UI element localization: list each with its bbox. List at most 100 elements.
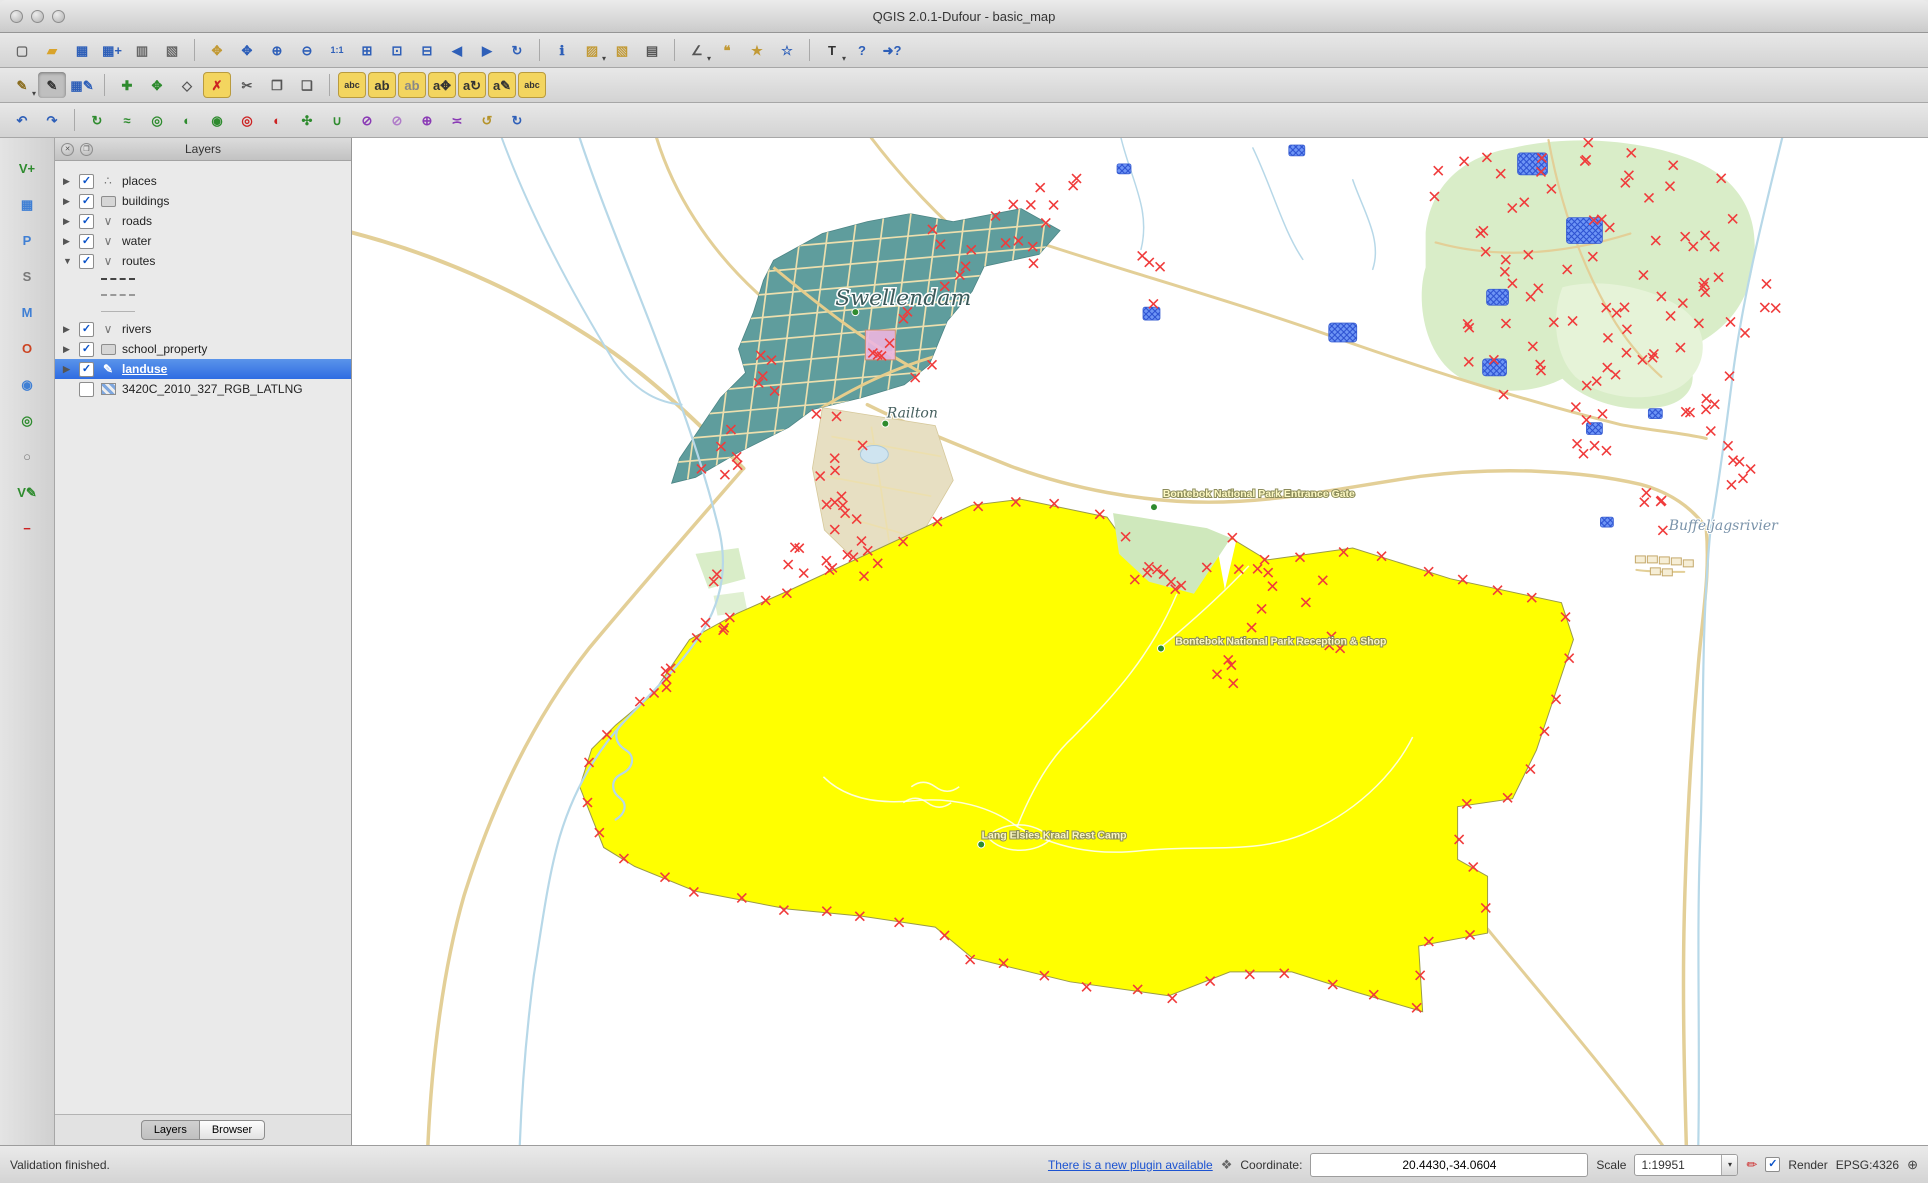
fill-ring-button[interactable]: ◉ bbox=[203, 107, 231, 133]
text-annotation-dropdown-arrow[interactable]: ▾ bbox=[842, 54, 846, 63]
zoom-full-button[interactable]: ⊞ bbox=[353, 37, 381, 63]
zoom-last-button[interactable]: ◀ bbox=[443, 37, 471, 63]
label-rotate-button[interactable]: a↻ bbox=[458, 72, 486, 98]
layer-item-landuse[interactable]: ▶✓✎landuse bbox=[55, 359, 351, 379]
layer-item-water[interactable]: ▶✓∨water bbox=[55, 231, 351, 251]
label-pin-unpin-button[interactable]: ab bbox=[368, 72, 396, 98]
layer-visibility-checkbox[interactable]: ✓ bbox=[79, 342, 94, 357]
layer-item-places[interactable]: ▶✓∴places bbox=[55, 171, 351, 191]
layer-visibility-checkbox[interactable]: ✓ bbox=[79, 362, 94, 377]
open-attribute-table-button[interactable]: ▤ bbox=[638, 37, 666, 63]
new-shapefile-layer-button[interactable]: V✎ bbox=[12, 478, 42, 506]
add-spatialite-layer-button[interactable]: S bbox=[12, 262, 42, 290]
add-ring-button[interactable]: ◎ bbox=[143, 107, 171, 133]
measure-button[interactable]: ∠▾ bbox=[683, 37, 711, 63]
map-tips-button[interactable]: ❝ bbox=[713, 37, 741, 63]
layer-item-rivers[interactable]: ▶✓∨rivers bbox=[55, 319, 351, 339]
zoom-in-button[interactable]: ⊕ bbox=[263, 37, 291, 63]
zoom-native-button[interactable]: 1:1 bbox=[323, 37, 351, 63]
merge-features-button[interactable]: ⊕ bbox=[413, 107, 441, 133]
label-toolbar-options-button[interactable]: abc bbox=[518, 72, 546, 98]
label-move-button[interactable]: a✥ bbox=[428, 72, 456, 98]
offset-curve-button[interactable]: ∪ bbox=[323, 107, 351, 133]
redo-button[interactable]: ↷ bbox=[38, 107, 66, 133]
add-wfs-layer-button[interactable]: ○ bbox=[12, 442, 42, 470]
tab-browser[interactable]: Browser bbox=[200, 1120, 265, 1140]
add-feature-button[interactable]: ✚ bbox=[113, 72, 141, 98]
split-parts-button[interactable]: ⊘ bbox=[383, 107, 411, 133]
merge-attributes-button[interactable]: ≍ bbox=[443, 107, 471, 133]
copy-features-button[interactable]: ❐ bbox=[263, 72, 291, 98]
expand-arrow-icon[interactable]: ▶ bbox=[63, 324, 73, 335]
pan-map-button[interactable]: ✥ bbox=[203, 37, 231, 63]
rotate-feature-button[interactable]: ↻ bbox=[83, 107, 111, 133]
pan-to-selection-button[interactable]: ✥ bbox=[233, 37, 261, 63]
expand-arrow-icon[interactable]: ▶ bbox=[63, 216, 73, 227]
render-checkbox[interactable]: ✓ bbox=[1765, 1157, 1780, 1172]
show-bookmarks-button[interactable]: ☆ bbox=[773, 37, 801, 63]
add-vector-layer-button[interactable]: V+ bbox=[12, 154, 42, 182]
delete-ring-button[interactable]: ◎ bbox=[233, 107, 261, 133]
cut-features-button[interactable]: ✂ bbox=[233, 72, 261, 98]
float-panel-button[interactable]: ❐ bbox=[80, 143, 93, 156]
composer-manager-button[interactable]: ▧ bbox=[158, 37, 186, 63]
zoom-button[interactable] bbox=[52, 10, 65, 23]
layer-visibility-checkbox[interactable]: ✓ bbox=[79, 322, 94, 337]
tab-layers[interactable]: Layers bbox=[141, 1120, 200, 1140]
layer-visibility-checkbox[interactable]: ✓ bbox=[79, 174, 94, 189]
remove-layer-button[interactable]: − bbox=[12, 514, 42, 542]
add-wms-layer-button[interactable]: ◉ bbox=[12, 370, 42, 398]
map-svg[interactable]: Swellendam Railton Bontebok National Par… bbox=[352, 138, 1928, 1145]
stop-map-drawing-icon[interactable]: ✏ bbox=[1746, 1157, 1757, 1173]
expand-arrow-icon[interactable]: ▶ bbox=[63, 176, 73, 187]
layer-item-roads[interactable]: ▶✓∨roads bbox=[55, 211, 351, 231]
select-features-dropdown-arrow[interactable]: ▾ bbox=[602, 54, 606, 63]
add-mssql-layer-button[interactable]: M bbox=[12, 298, 42, 326]
layer-item-buildings[interactable]: ▶✓buildings bbox=[55, 191, 351, 211]
label-show-hide-button[interactable]: ab bbox=[398, 72, 426, 98]
scale-dropdown-arrow[interactable]: ▾ bbox=[1721, 1155, 1737, 1175]
rotate-point-symbols-button[interactable]: ↺ bbox=[473, 107, 501, 133]
node-tool-button[interactable]: ◇ bbox=[173, 72, 201, 98]
deselect-features-button[interactable]: ▧ bbox=[608, 37, 636, 63]
layer-item-school_property[interactable]: ▶✓school_property bbox=[55, 339, 351, 359]
expand-arrow-icon[interactable]: ▶ bbox=[63, 236, 73, 247]
layer-item-routes[interactable]: ▼✓∨routes bbox=[55, 251, 351, 271]
undo-button[interactable]: ↶ bbox=[8, 107, 36, 133]
new-bookmark-button[interactable]: ★ bbox=[743, 37, 771, 63]
new-print-composer-button[interactable]: ▥ bbox=[128, 37, 156, 63]
coordinate-input[interactable] bbox=[1310, 1153, 1588, 1177]
add-part-button[interactable]: ◐ bbox=[173, 107, 201, 133]
layer-visibility-checkbox[interactable]: ✓ bbox=[79, 234, 94, 249]
expand-arrow-icon[interactable]: ▶ bbox=[63, 196, 73, 207]
layer-item-3420C_2010_327_RGB_LATLNG[interactable]: 3420C_2010_327_RGB_LATLNG bbox=[55, 379, 351, 399]
zoom-to-selection-button[interactable]: ⊡ bbox=[383, 37, 411, 63]
project-save-button[interactable]: ▦ bbox=[68, 37, 96, 63]
collapse-arrow-icon[interactable]: ▼ bbox=[63, 256, 73, 266]
plugin-available-link[interactable]: There is a new plugin available bbox=[1048, 1158, 1213, 1172]
move-feature-button[interactable]: ✥ bbox=[143, 72, 171, 98]
layer-labeling-options-button[interactable]: abc bbox=[338, 72, 366, 98]
add-postgis-layer-button[interactable]: P bbox=[12, 226, 42, 254]
close-panel-button[interactable]: ✕ bbox=[61, 143, 74, 156]
current-edits-button[interactable]: ✎▾ bbox=[8, 72, 36, 98]
layer-visibility-checkbox[interactable]: ✓ bbox=[79, 214, 94, 229]
current-edits-dropdown-arrow[interactable]: ▾ bbox=[32, 89, 36, 98]
split-features-button[interactable]: ⊘ bbox=[353, 107, 381, 133]
add-raster-layer-button[interactable]: ▦ bbox=[12, 190, 42, 218]
map-refresh-button[interactable]: ↻ bbox=[503, 37, 531, 63]
add-oracle-layer-button[interactable]: O bbox=[12, 334, 42, 362]
minimize-button[interactable] bbox=[31, 10, 44, 23]
measure-dropdown-arrow[interactable]: ▾ bbox=[707, 54, 711, 63]
label-properties-button[interactable]: a✎ bbox=[488, 72, 516, 98]
layer-visibility-checkbox[interactable]: ✓ bbox=[79, 254, 94, 269]
layer-visibility-checkbox[interactable] bbox=[79, 382, 94, 397]
whats-this-button[interactable]: ➜? bbox=[878, 37, 906, 63]
close-button[interactable] bbox=[10, 10, 23, 23]
toggle-editing-button[interactable]: ✎ bbox=[38, 72, 66, 98]
select-features-button[interactable]: ▨▾ bbox=[578, 37, 606, 63]
delete-part-button[interactable]: ◐ bbox=[263, 107, 291, 133]
zoom-out-button[interactable]: ⊖ bbox=[293, 37, 321, 63]
identify-features-button[interactable]: ℹ bbox=[548, 37, 576, 63]
add-wcs-layer-button[interactable]: ◎ bbox=[12, 406, 42, 434]
